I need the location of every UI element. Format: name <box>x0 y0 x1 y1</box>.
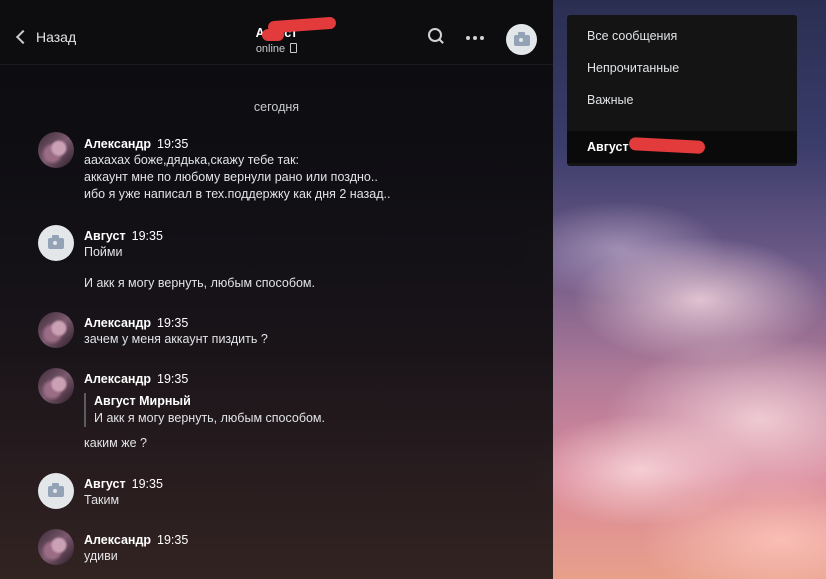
message-text: аахахах боже,дядька,скажу тебе так: <box>84 153 300 167</box>
message-text: ибо я уже написал в тех.поддержку как дн… <box>84 187 391 201</box>
menu-item-unread[interactable]: Непрочитанные <box>587 61 679 75</box>
message-author[interactable]: Август <box>84 477 126 491</box>
day-divider: сегодня <box>253 100 300 114</box>
message-filter-menu: Все сообщения Непрочитанные Важные Авгус… <box>567 15 797 166</box>
avatar[interactable] <box>38 529 74 565</box>
message-author[interactable]: Александр <box>84 316 151 330</box>
reply-text: И акк я могу вернуть, любым способом. <box>94 411 325 425</box>
camera-icon <box>48 483 64 497</box>
message-time: 19:35 <box>157 316 189 330</box>
online-status: online <box>0 43 553 55</box>
chat-panel: Назад Август online сегодня Александр 19:… <box>0 0 553 579</box>
message-time: 19:35 <box>131 229 163 243</box>
avatar[interactable] <box>38 368 74 404</box>
avatar[interactable] <box>38 225 74 261</box>
active-chat-name: Август <box>587 140 629 154</box>
chat-header: Назад Август online <box>0 0 553 65</box>
message-time: 19:35 <box>131 477 163 491</box>
message-text: Пойми <box>84 245 123 259</box>
message-text: Таким <box>84 493 120 507</box>
message-time: 19:35 <box>157 533 189 547</box>
message-author[interactable]: Александр <box>84 372 151 386</box>
message-text: каким же ? <box>84 436 147 450</box>
avatar[interactable] <box>38 132 74 168</box>
search-icon[interactable] <box>428 28 442 42</box>
redaction-mark <box>262 29 284 41</box>
header-avatar[interactable] <box>506 24 537 55</box>
message-text: И акк я могу вернуть, любым способом. <box>84 276 315 290</box>
mobile-phone-icon <box>290 43 298 53</box>
reply-quote[interactable]: Август Мирный И акк я могу вернуть, любы… <box>84 393 325 427</box>
message-text: аккаунт мне по любому вернули рано или п… <box>84 170 378 184</box>
redaction-mark <box>628 137 706 154</box>
avatar[interactable] <box>38 312 74 348</box>
message-time: 19:35 <box>157 137 189 151</box>
menu-item-all-messages[interactable]: Все сообщения <box>587 29 677 43</box>
message-author[interactable]: Александр <box>84 137 151 151</box>
camera-icon <box>48 235 64 249</box>
menu-item-important[interactable]: Важные <box>587 93 634 107</box>
more-options-icon[interactable] <box>466 36 484 40</box>
online-status-text: online <box>255 43 286 55</box>
message-text: зачем у меня аккаунт пиздить ? <box>84 332 268 346</box>
menu-item-active-chat[interactable]: Август <box>567 131 797 163</box>
camera-icon <box>513 31 530 46</box>
message-time: 19:35 <box>157 372 189 386</box>
reply-author: Август Мирный <box>94 394 191 408</box>
message-author[interactable]: Август <box>84 229 126 243</box>
message-text: удиви <box>84 549 118 563</box>
avatar[interactable] <box>38 473 74 509</box>
message-author[interactable]: Александр <box>84 533 151 547</box>
